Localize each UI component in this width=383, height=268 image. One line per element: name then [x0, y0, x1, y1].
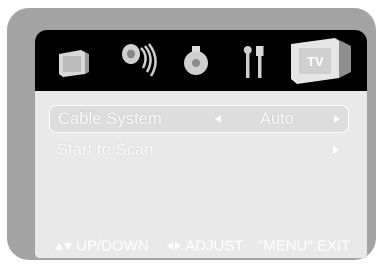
help-bar: UP/DOWN ADJUST "MENU":EXIT [55, 237, 350, 257]
up-arrow-icon [55, 242, 63, 250]
sound-icon[interactable] [119, 38, 159, 80]
arrow-right-icon[interactable] [334, 115, 340, 123]
help-exit: "MENU":EXIT [257, 237, 351, 255]
osd-menu: TV Cable System Auto Start to Scan UP/DO… [35, 30, 367, 258]
osd-frame: TV Cable System Auto Start to Scan UP/DO… [7, 8, 376, 260]
help-adjust: ADJUST [185, 237, 244, 255]
menu-item-cable-system[interactable]: Cable System Auto [49, 105, 349, 133]
features-icon[interactable] [181, 44, 211, 78]
right-arrow-icon [175, 242, 182, 251]
cable-system-value: Auto [260, 110, 294, 128]
down-arrow-icon [64, 242, 72, 250]
menu-item-label: Cable System [58, 110, 162, 128]
tv-channel-icon[interactable]: TV [287, 32, 357, 88]
menu-panel: Cable System Auto Start to Scan [35, 91, 367, 258]
menu-icon-bar: TV [35, 30, 367, 91]
left-arrow-icon [167, 242, 174, 251]
menu-item-start-to-scan[interactable]: Start to Scan [49, 137, 347, 163]
svg-text:TV: TV [307, 54, 324, 69]
help-updown: UP/DOWN [76, 237, 149, 255]
arrow-right-icon[interactable] [333, 146, 339, 154]
arrow-left-icon[interactable] [215, 115, 221, 123]
install-tools-icon[interactable] [239, 44, 269, 80]
menu-item-label: Start to Scan [57, 141, 154, 159]
picture-icon[interactable] [55, 46, 95, 80]
